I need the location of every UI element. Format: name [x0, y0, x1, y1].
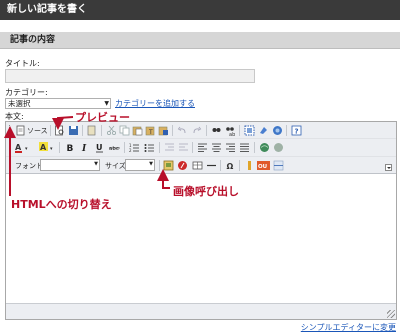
annotation-html-switch: HTMLへの切り替え: [11, 198, 112, 211]
annotation-preview: プレビュー: [75, 111, 130, 124]
annotation-image-call: 画像呼び出し: [173, 185, 239, 198]
image-call-arrow: [157, 169, 170, 189]
annotation-arrows: [4, 116, 170, 196]
preview-arrow: [52, 116, 74, 130]
